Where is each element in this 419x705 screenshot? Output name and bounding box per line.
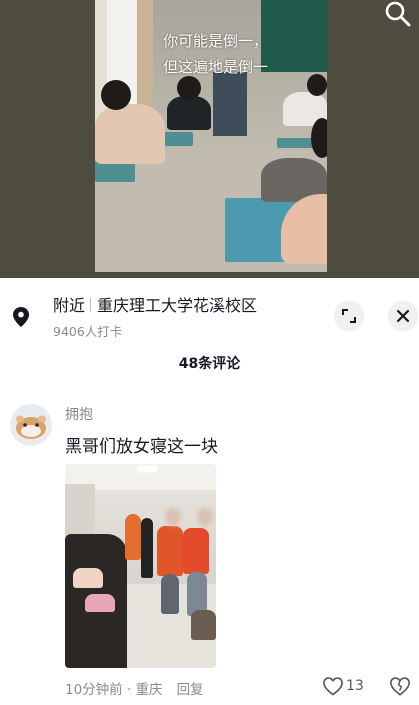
location-prefix: 附近: [53, 296, 86, 315]
broken-heart-icon[interactable]: [389, 675, 411, 697]
comment-image[interactable]: [65, 464, 216, 668]
close-icon: [396, 309, 410, 323]
expand-icon: [342, 309, 356, 323]
search-icon[interactable]: [384, 0, 412, 28]
like-count: 13: [346, 678, 364, 694]
comment-username[interactable]: 拥抱: [65, 404, 93, 424]
comment-time-location: 10分钟前 · 重庆: [65, 682, 163, 698]
heart-icon[interactable]: [322, 676, 344, 696]
comment-text: 黑哥们放女寝这一块: [65, 437, 218, 457]
location-title[interactable]: 附近 重庆理工大学花溪校区: [53, 295, 257, 317]
divider: [90, 298, 92, 312]
expand-button[interactable]: [334, 301, 364, 331]
comment-count-title: 48条评论: [178, 356, 241, 372]
video-player[interactable]: 你可能是倒一， 但这遍地是倒一: [0, 0, 419, 278]
close-button[interactable]: [388, 301, 418, 331]
avatar[interactable]: [10, 404, 52, 446]
reply-button[interactable]: 回复: [177, 682, 204, 698]
video-frame: 你可能是倒一， 但这遍地是倒一: [95, 0, 327, 272]
location-name: 重庆理工大学花溪校区: [97, 296, 258, 315]
checkin-count: 9406人打卡: [53, 324, 123, 339]
comment-meta: 10分钟前 · 重庆 回复: [65, 678, 204, 698]
location-pin-icon: [13, 307, 29, 327]
video-caption: 你可能是倒一， 但这遍地是倒一: [163, 32, 269, 76]
